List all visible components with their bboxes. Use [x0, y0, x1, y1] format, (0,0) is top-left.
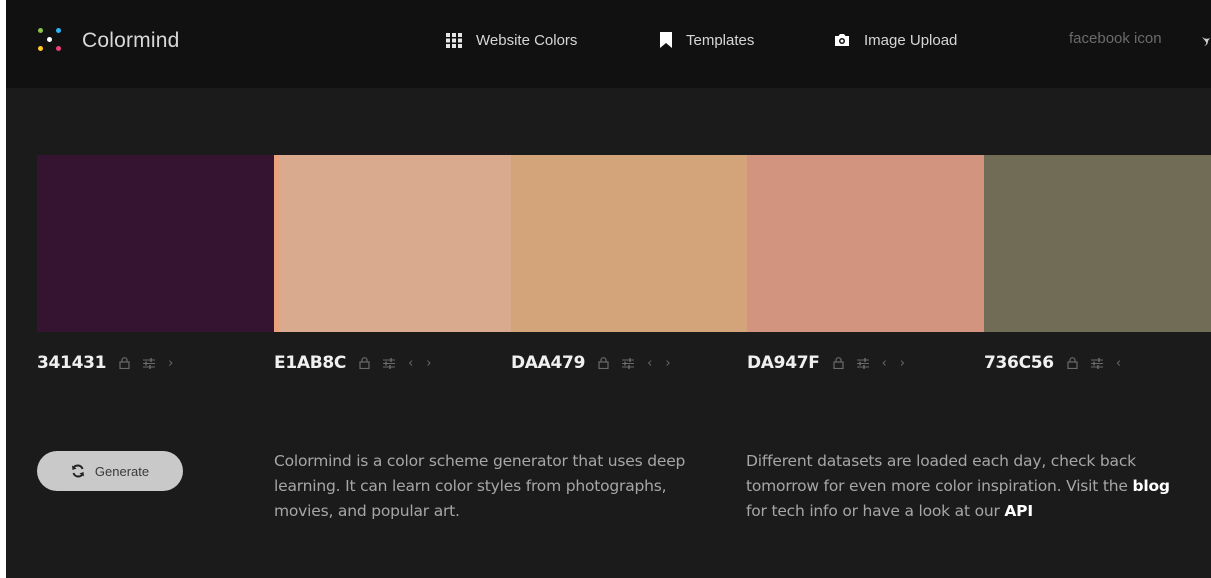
- chevron-left-icon[interactable]: ‹: [408, 356, 413, 371]
- nav-templates[interactable]: Templates: [660, 30, 754, 50]
- description-right-text-1: Different datasets are loaded each day, …: [746, 452, 1136, 495]
- api-link[interactable]: API: [1004, 502, 1033, 520]
- swatch-5-controls: 736C56 ‹: [984, 348, 1121, 378]
- swatch-2-controls: E1AB8C ‹ ›: [274, 348, 431, 378]
- twitter-icon[interactable]: [1202, 32, 1211, 51]
- swatch-5-hex[interactable]: 736C56: [984, 353, 1054, 373]
- generate-button[interactable]: Generate: [37, 451, 183, 491]
- lock-icon[interactable]: [598, 357, 609, 369]
- lock-icon[interactable]: [1067, 357, 1078, 369]
- chevron-left-icon[interactable]: ‹: [1116, 356, 1121, 371]
- nav-image-upload-label: Image Upload: [864, 31, 958, 49]
- swatch-1-controls: 341431 ›: [37, 348, 173, 378]
- lock-icon[interactable]: [832, 357, 844, 369]
- swatch-1-hex[interactable]: 341431: [37, 353, 106, 373]
- description-right-text-2: for tech info or have a look at our: [746, 502, 1005, 520]
- swatch-1[interactable]: [37, 155, 274, 332]
- lock-icon[interactable]: [119, 357, 130, 369]
- swatch-3-controls: DAA479 ‹ ›: [511, 348, 671, 378]
- blog-link[interactable]: blog: [1132, 477, 1170, 495]
- adjust-sliders-icon[interactable]: [622, 357, 635, 369]
- swatch-4-hex[interactable]: DA947F: [747, 353, 820, 373]
- color-palette: [0, 155, 1211, 332]
- description-left: Colormind is a color scheme generator th…: [274, 452, 686, 520]
- lock-icon[interactable]: [359, 357, 370, 369]
- swatch-3[interactable]: [511, 155, 747, 332]
- swatch-3-hex[interactable]: DAA479: [511, 353, 585, 373]
- swatch-5[interactable]: [984, 155, 1211, 332]
- nav-templates-label: Templates: [686, 31, 755, 49]
- swatch-2-hex[interactable]: E1AB8C: [274, 353, 346, 373]
- chevron-right-icon[interactable]: ›: [168, 356, 173, 371]
- top-navbar: Colormind Website Colors Templates Image…: [6, 0, 1211, 88]
- chevron-left-icon[interactable]: ‹: [882, 356, 887, 371]
- app-name: Colormind: [82, 29, 180, 52]
- adjust-sliders-icon[interactable]: [856, 357, 869, 369]
- bookmark-icon: [660, 32, 672, 48]
- palette-labels: 341431 › E1AB8C ‹ › DAA479 ‹ › DA947F ‹ …: [0, 348, 1211, 378]
- adjust-sliders-icon[interactable]: [383, 357, 396, 369]
- adjust-sliders-icon[interactable]: [143, 357, 156, 369]
- nav-website-colors-label: Website Colors: [476, 31, 578, 49]
- swatch-4[interactable]: [747, 155, 984, 332]
- chevron-right-icon[interactable]: ›: [900, 356, 905, 371]
- adjust-sliders-icon[interactable]: [1090, 357, 1103, 369]
- refresh-icon: [71, 464, 85, 478]
- grid-icon: [446, 32, 462, 48]
- chevron-left-icon[interactable]: ‹: [647, 356, 652, 371]
- nav-image-upload[interactable]: Image Upload: [834, 30, 957, 50]
- generate-label: Generate: [94, 463, 150, 479]
- swatch-2[interactable]: [274, 155, 511, 332]
- brand-logo[interactable]: Colormind: [36, 25, 180, 57]
- chevron-right-icon[interactable]: ›: [426, 356, 431, 371]
- chevron-right-icon[interactable]: ›: [665, 356, 670, 371]
- swatch-4-controls: DA947F ‹ ›: [747, 348, 905, 378]
- facebook-link[interactable]: facebook icon: [1069, 30, 1162, 47]
- nav-website-colors[interactable]: Website Colors: [446, 30, 577, 50]
- description-right: Different datasets are loaded each day, …: [746, 449, 1186, 524]
- camera-icon: [834, 33, 850, 47]
- colormind-logo-icon: [36, 26, 66, 56]
